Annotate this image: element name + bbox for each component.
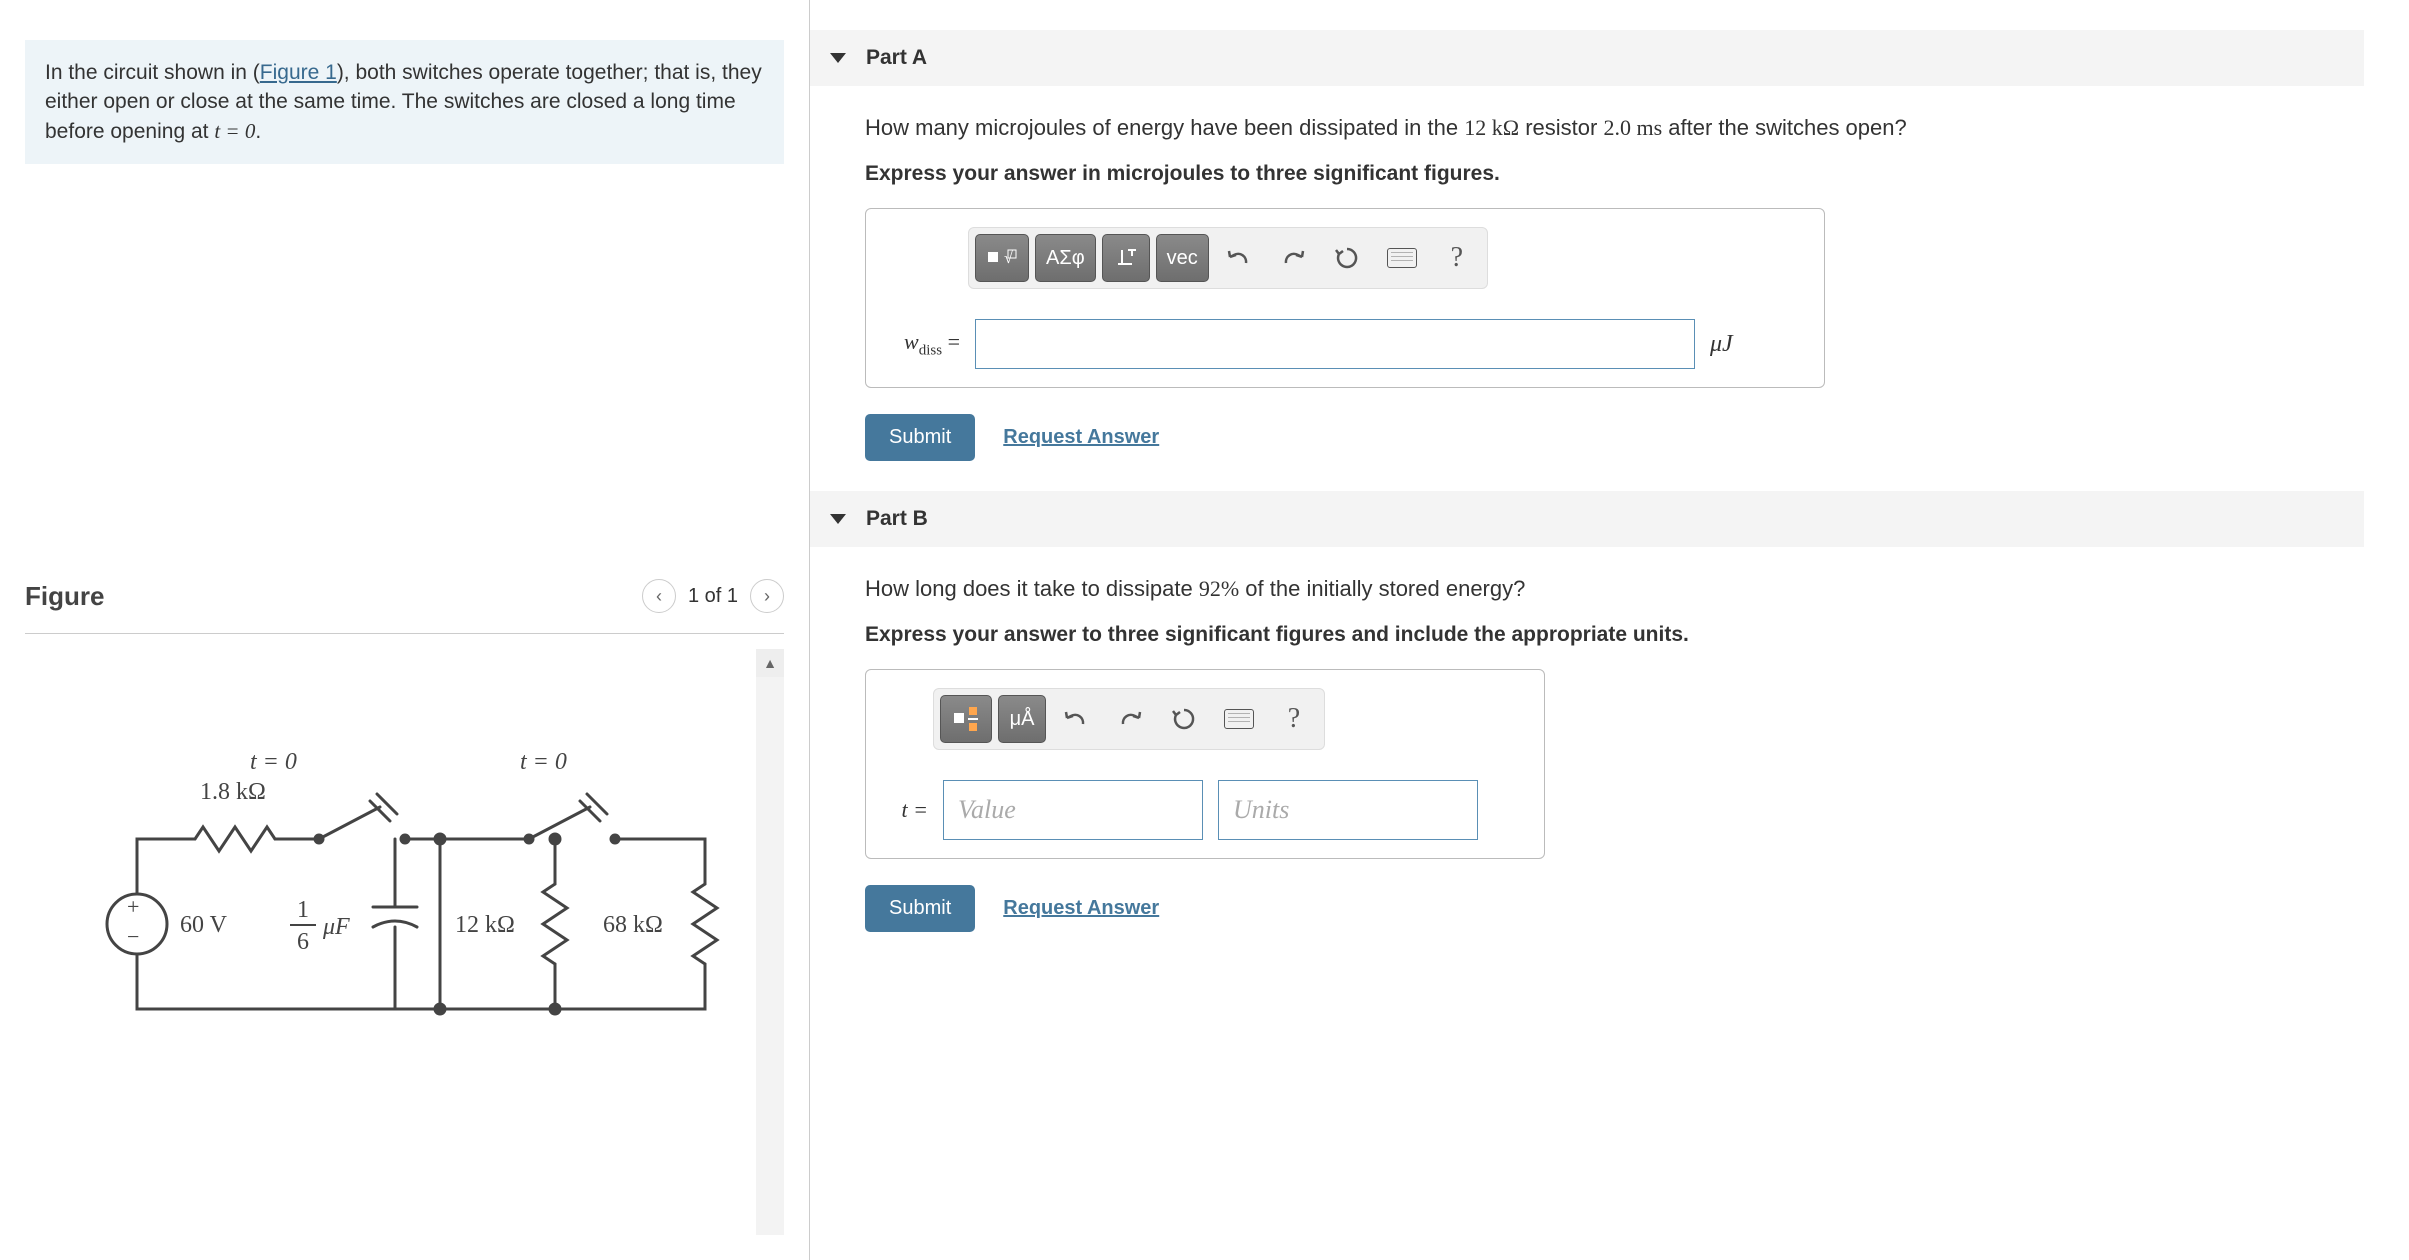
keyboard-icon <box>1387 248 1417 268</box>
var-main: w <box>904 329 919 354</box>
part-b-question: How long does it take to dissipate 92% o… <box>865 572 2364 605</box>
chevron-down-icon <box>830 514 846 524</box>
q-b-val: 92% <box>1199 576 1239 601</box>
redo-icon <box>1280 247 1306 269</box>
part-a-unit: μJ <box>1710 331 1733 358</box>
circuit-r2: 12 kΩ <box>455 912 515 938</box>
keyboard-icon <box>1224 709 1254 729</box>
reset-button[interactable] <box>1323 234 1371 282</box>
circuit-r1: 1.8 kΩ <box>200 779 266 805</box>
chevron-down-icon <box>830 53 846 63</box>
reset-button-b[interactable] <box>1160 695 1208 743</box>
part-a-toolbar: √ ΑΣφ vec ? <box>968 227 1488 289</box>
vector-button[interactable]: vec <box>1156 234 1209 282</box>
circuit-r3: 68 kΩ <box>603 912 663 938</box>
scrollbar-track[interactable] <box>756 677 784 1235</box>
q-a-val1: 12 kΩ <box>1464 115 1519 140</box>
undo-button-b[interactable] <box>1052 695 1100 743</box>
part-a-submit-button[interactable]: Submit <box>865 414 975 461</box>
part-b-variable: t = <box>888 797 928 823</box>
part-b-value-input[interactable] <box>943 780 1203 840</box>
circuit-vsrc: 60 V <box>180 912 228 938</box>
undo-icon <box>1063 708 1089 730</box>
reset-icon <box>1334 245 1360 271</box>
help-icon: ? <box>1288 703 1300 735</box>
part-a-header[interactable]: Part A <box>810 30 2364 86</box>
undo-icon <box>1226 247 1252 269</box>
circuit-t0-left: t = 0 <box>250 749 297 775</box>
greek-button[interactable]: ΑΣφ <box>1035 234 1096 282</box>
intro-eqn: t = 0 <box>214 119 255 143</box>
part-b-instruction: Express your answer to three significant… <box>865 623 2364 647</box>
part-a-answer-input[interactable] <box>975 319 1695 369</box>
figure-divider <box>25 633 784 634</box>
circuit-cap-unit: μF <box>322 914 350 940</box>
figure-count: 1 of 1 <box>688 585 738 608</box>
figure-header: Figure ‹ 1 of 1 › <box>25 579 784 623</box>
part-a-instruction: Express your answer in microjoules to th… <box>865 162 2364 186</box>
fraction-button[interactable] <box>940 695 992 743</box>
part-b-request-answer-link[interactable]: Request Answer <box>1003 897 1159 920</box>
circuit-diagram: + − <box>85 729 725 1039</box>
q-a-post: after the switches open? <box>1662 115 1907 140</box>
part-a-variable: wdiss = <box>888 329 960 359</box>
scroll-up-button[interactable]: ▲ <box>756 649 784 677</box>
q-a-mid: resistor <box>1519 115 1603 140</box>
part-a-title: Part A <box>866 46 927 70</box>
var-sub: diss <box>919 342 942 358</box>
part-b-actions: Submit Request Answer <box>865 885 2364 932</box>
q-b-pre: How long does it take to dissipate <box>865 576 1199 601</box>
svg-text:−: − <box>127 924 139 949</box>
undo-button[interactable] <box>1215 234 1263 282</box>
keyboard-button[interactable] <box>1377 234 1427 282</box>
part-b-units-input[interactable] <box>1218 780 1478 840</box>
intro-end: . <box>255 120 261 143</box>
templates-button[interactable]: √ <box>975 234 1029 282</box>
keyboard-button-b[interactable] <box>1214 695 1264 743</box>
part-b-header[interactable]: Part B <box>810 491 2364 547</box>
template-icon: √ <box>986 244 1018 272</box>
part-b-submit-button[interactable]: Submit <box>865 885 975 932</box>
redo-button-b[interactable] <box>1106 695 1154 743</box>
part-b-answer-box: μÅ ? t = <box>865 669 1545 859</box>
fraction-icon <box>951 704 981 734</box>
part-a-answer-row: wdiss = μJ <box>888 319 1802 369</box>
figure-next-button[interactable]: › <box>750 579 784 613</box>
svg-text:+: + <box>127 894 139 919</box>
help-button-b[interactable]: ? <box>1270 695 1318 743</box>
help-icon: ? <box>1451 242 1463 274</box>
circuit-cap-top: 1 <box>297 897 309 923</box>
part-a-request-answer-link[interactable]: Request Answer <box>1003 426 1159 449</box>
subscript-icon <box>1114 246 1138 270</box>
circuit-cap-bot: 6 <box>297 929 309 955</box>
redo-icon <box>1117 708 1143 730</box>
reset-icon <box>1171 706 1197 732</box>
q-a-val2: 2.0 ms <box>1603 115 1662 140</box>
figure-nav: ‹ 1 of 1 › <box>642 579 784 613</box>
part-b-toolbar: μÅ ? <box>933 688 1325 750</box>
subscript-button[interactable] <box>1102 234 1150 282</box>
q-b-post: of the initially stored energy? <box>1239 576 1525 601</box>
figure-title: Figure <box>25 581 104 612</box>
var-eq: = <box>942 329 960 354</box>
right-panel: Part A How many microjoules of energy ha… <box>810 0 2409 1260</box>
part-b-answer-row: t = <box>888 780 1522 840</box>
problem-intro: In the circuit shown in (Figure 1), both… <box>25 40 784 164</box>
q-a-pre: How many microjoules of energy have been… <box>865 115 1464 140</box>
part-b-title: Part B <box>866 507 928 531</box>
part-a-body: How many microjoules of energy have been… <box>810 111 2364 461</box>
figure-link[interactable]: Figure 1 <box>260 61 337 84</box>
circuit-t0-right: t = 0 <box>520 749 567 775</box>
help-button[interactable]: ? <box>1433 234 1481 282</box>
units-picker-button[interactable]: μÅ <box>998 695 1046 743</box>
figure-viewport: ▲ + − <box>25 649 784 1235</box>
part-a-answer-box: √ ΑΣφ vec ? <box>865 208 1825 388</box>
left-panel: In the circuit shown in (Figure 1), both… <box>0 0 810 1260</box>
redo-button[interactable] <box>1269 234 1317 282</box>
part-a-actions: Submit Request Answer <box>865 414 2364 461</box>
figure-prev-button[interactable]: ‹ <box>642 579 676 613</box>
intro-text-pre: In the circuit shown in ( <box>45 61 260 84</box>
part-b-body: How long does it take to dissipate 92% o… <box>810 572 2364 932</box>
part-a-question: How many microjoules of energy have been… <box>865 111 2364 144</box>
